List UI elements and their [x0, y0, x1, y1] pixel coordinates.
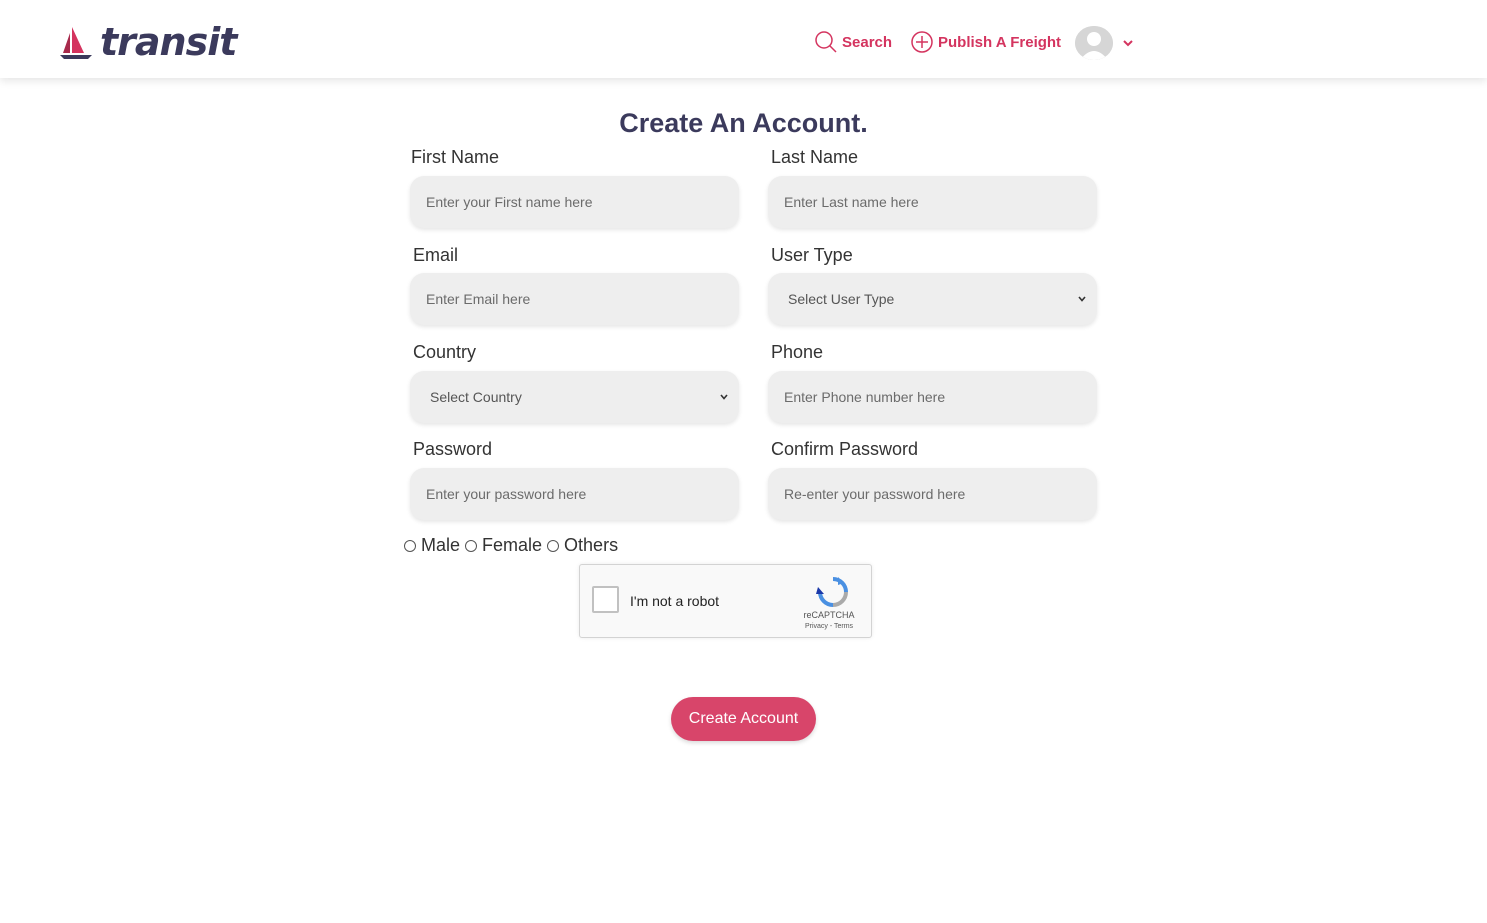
sailboat-logo-icon: [60, 27, 92, 59]
country-selected: Select Country: [430, 389, 522, 405]
chevron-down-icon[interactable]: [1121, 36, 1135, 50]
plus-circle-icon: [911, 31, 933, 53]
publish-label: Publish A Freight: [938, 33, 1062, 51]
country-label: Country: [413, 342, 477, 362]
first-name-field[interactable]: [410, 176, 739, 228]
country-select[interactable]: Select Country: [410, 371, 739, 423]
recaptcha-logo-icon: [816, 577, 848, 607]
gender-label-others: Others: [564, 535, 619, 555]
last-name-field[interactable]: [768, 176, 1097, 228]
search-link[interactable]: Search: [814, 30, 892, 54]
user-type-select[interactable]: Select User Type: [768, 273, 1097, 325]
first-name-label: First Name: [411, 147, 500, 167]
recaptcha-label: I'm not a robot: [630, 593, 720, 609]
recaptcha-widget: I'm not a robot reCAPTCHA Privacy - Term…: [579, 564, 872, 638]
create-account-button[interactable]: Create Account: [671, 697, 816, 741]
logo[interactable]: transit: [58, 20, 237, 64]
search-label: Search: [842, 33, 893, 51]
logo-text: transit: [100, 20, 237, 64]
recaptcha-checkbox[interactable]: [592, 586, 619, 613]
gender-radio-group: Male Female Others: [404, 535, 623, 556]
gender-label-female: Female: [482, 535, 543, 555]
nav-search[interactable]: Search: [814, 24, 892, 60]
user-type-label: User Type: [771, 245, 853, 265]
user-type-selected: Select User Type: [788, 291, 895, 307]
gender-label-male: Male: [421, 535, 461, 555]
recaptcha-brand: reCAPTCHA: [803, 610, 855, 620]
page-title: Create An Account.: [619, 108, 868, 138]
recaptcha-privacy-terms[interactable]: Privacy - Terms: [794, 623, 864, 630]
confirm-password-label: Confirm Password: [771, 439, 919, 459]
chevron-down-icon: [720, 394, 728, 400]
password-field[interactable]: [410, 468, 739, 520]
gender-radio-others[interactable]: [547, 539, 560, 552]
gender-radio-male[interactable]: [404, 539, 416, 552]
chevron-down-icon: [1078, 296, 1086, 302]
email-field[interactable]: [410, 273, 739, 325]
top-header: transit Search Publish A Freight: [0, 0, 1487, 78]
gender-radio-female[interactable]: [465, 539, 478, 552]
user-avatar-icon: [1075, 26, 1113, 60]
search-icon: [815, 31, 837, 53]
publish-freight-link[interactable]: Publish A Freight: [910, 30, 1061, 54]
email-label: Email: [413, 245, 459, 265]
avatar[interactable]: [1075, 26, 1113, 60]
nav-publish[interactable]: Publish A Freight: [910, 24, 1061, 60]
phone-label: Phone: [771, 342, 824, 362]
password-label: Password: [413, 439, 493, 459]
last-name-label: Last Name: [771, 147, 859, 167]
confirm-password-field[interactable]: [768, 468, 1097, 520]
phone-field[interactable]: [768, 371, 1097, 423]
